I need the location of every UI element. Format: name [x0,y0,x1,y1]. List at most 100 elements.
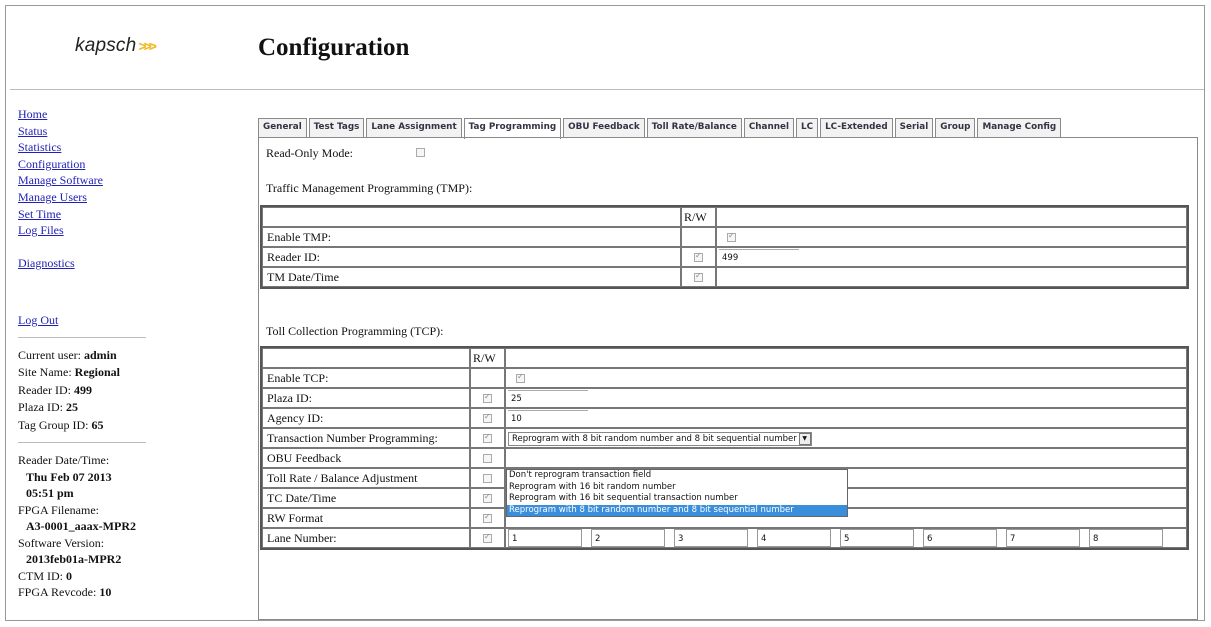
tab-channel[interactable]: Channel [743,118,794,138]
current-user: admin [83,347,117,362]
reader-id-input[interactable]: 499 [719,249,799,265]
fpga-revcode-label: FPGA Revcode: [18,585,97,600]
tcp-agency-row: Agency ID: 10 [262,408,1187,428]
tcp-lane-row: Lane Number: 12345678 [262,528,1187,548]
reader-id-field-label: Reader ID: [262,247,681,267]
reader-id-rw-checkbox[interactable] [694,251,703,263]
lane-input-6[interactable]: 6 [923,529,997,547]
device-info: Reader Date/Time: Thu Feb 07 2013 05:51 … [18,452,148,601]
site-name: Regional [74,365,120,380]
toll-rate-rw-checkbox[interactable] [483,474,492,484]
tab-obu-feedback[interactable]: OBU Feedback [563,118,645,138]
tab-serial[interactable]: Serial [894,118,934,138]
tag-group-id: 65 [91,417,104,432]
obu-feedback-rw-checkbox[interactable] [483,454,492,464]
readonly-label: Read-Only Mode: [266,146,353,160]
txn-number-label: Transaction Number Programming: [262,428,470,448]
enable-tcp-checkbox[interactable] [516,372,525,384]
tcp-enable-row: Enable TCP: [262,368,1187,388]
tm-datetime-label: TM Date/Time [262,267,681,287]
page-title: Configuration [258,34,410,61]
sidebar-divider-2 [18,442,146,444]
tm-datetime-rw-checkbox[interactable] [694,271,703,283]
tab-lc[interactable]: LC [796,118,819,138]
txn-options-dropdown: Don't reprogram transaction field Reprog… [506,469,848,517]
tmp-heading: Traffic Management Programming (TMP): [266,181,473,195]
tab-toll-rate-balance[interactable]: Toll Rate/Balance [646,118,742,138]
table-cell [505,348,1187,368]
nav-home[interactable]: Home [18,106,148,123]
nav-log-files[interactable]: Log Files [18,222,148,239]
nav-status[interactable]: Status [18,123,148,140]
tmp-enable-row: Enable TMP: [262,227,1187,247]
tmp-table: R/W Enable TMP: Reader ID: 499 TM Date/T… [260,205,1189,289]
agency-id-rw-checkbox[interactable] [483,412,492,424]
sidebar-divider [18,336,146,338]
tc-datetime-label: TC Date/Time [262,488,470,508]
tab-test-tags[interactable]: Test Tags [308,118,365,138]
lane-number-rw-checkbox[interactable] [483,532,492,544]
fpga-revcode: 10 [99,585,112,600]
tmp-reader-id-row: Reader ID: 499 [262,247,1187,267]
obu-feedback-label: OBU Feedback [262,448,470,468]
kapsch-logo: kapsch >>> [75,35,157,56]
tab-general[interactable]: General [258,118,307,138]
tcp-table: R/W Enable TCP: Plaza ID: 25 Agency ID: … [260,346,1189,550]
dropdown-option[interactable]: Reprogram with 16 bit random number [507,482,847,494]
plaza-id-input[interactable]: 25 [508,390,588,406]
tab-lane-assignment[interactable]: Lane Assignment [366,118,462,138]
enable-tcp-label: Enable TCP: [262,368,470,388]
lane-input-5[interactable]: 5 [840,529,914,547]
tc-datetime-rw-checkbox[interactable] [483,492,492,504]
nav-logout[interactable]: Log Out [18,312,148,329]
nav-configuration[interactable]: Configuration [18,156,148,173]
txn-number-rw-checkbox[interactable] [483,432,492,444]
dropdown-option[interactable]: Don't reprogram transaction field [507,470,847,482]
agency-id-label: Agency ID: [262,408,470,428]
plaza-id-rw-checkbox[interactable] [483,392,492,404]
lane-input-2[interactable]: 2 [591,529,665,547]
txn-number-select[interactable]: Reprogram with 8 bit random number and 8… [508,432,812,446]
lane-input-7[interactable]: 7 [1006,529,1080,547]
lane-number-label: Lane Number: [262,528,470,548]
tcp-obu-row: OBU Feedback [262,448,1187,468]
fpga-filename: A3-0001_aaax-MPR2 [26,519,136,534]
current-user-label: Current user: [18,347,81,362]
reader-datetime-label: Reader Date/Time: [18,453,110,468]
dropdown-option-selected[interactable]: Reprogram with 8 bit random number and 8… [507,504,847,516]
agency-id-input[interactable]: 10 [508,410,588,426]
reader-id-label: Reader ID: [18,382,71,397]
table-cell [716,267,1187,287]
table-cell [470,368,505,388]
tmp-datetime-row: TM Date/Time [262,267,1187,287]
lane-input-4[interactable]: 4 [757,529,831,547]
chevron-down-icon[interactable]: ▼ [798,433,811,445]
plaza-id-field-label: Plaza ID: [262,388,470,408]
table-cell [505,448,1187,468]
reader-id: 499 [73,382,92,397]
toll-rate-label: Toll Rate / Balance Adjustment [262,468,470,488]
nav-manage-software[interactable]: Manage Software [18,172,148,189]
fpga-filename-label: FPGA Filename: [18,502,100,517]
lane-input-3[interactable]: 3 [674,529,748,547]
enable-tmp-checkbox[interactable] [727,231,736,243]
tab-group[interactable]: Group [935,118,976,138]
tab-manage-config[interactable]: Manage Config [977,118,1062,138]
rw-format-rw-checkbox[interactable] [483,512,492,524]
lane-input-8[interactable]: 8 [1089,529,1163,547]
readonly-checkbox[interactable] [416,148,425,157]
tcp-header-row: R/W [262,348,1187,368]
dropdown-option[interactable]: Reprogram with 16 bit sequential transac… [507,493,847,505]
nav-diagnostics[interactable]: Diagnostics [18,255,148,272]
nav-statistics[interactable]: Statistics [18,139,148,156]
nav-set-time[interactable]: Set Time [18,206,148,223]
plaza-id-label: Plaza ID: [18,400,63,415]
lane-input-1[interactable]: 1 [508,529,582,547]
nav-manage-users[interactable]: Manage Users [18,189,148,206]
site-name-label: Site Name: [18,365,72,380]
tab-tag-programming[interactable]: Tag Programming [463,118,562,139]
tab-lc-extended[interactable]: LC-Extended [820,118,893,138]
logo-arrows-icon: >>> [138,38,156,54]
table-cell [262,207,681,227]
tag-group-label: Tag Group ID: [18,417,89,432]
